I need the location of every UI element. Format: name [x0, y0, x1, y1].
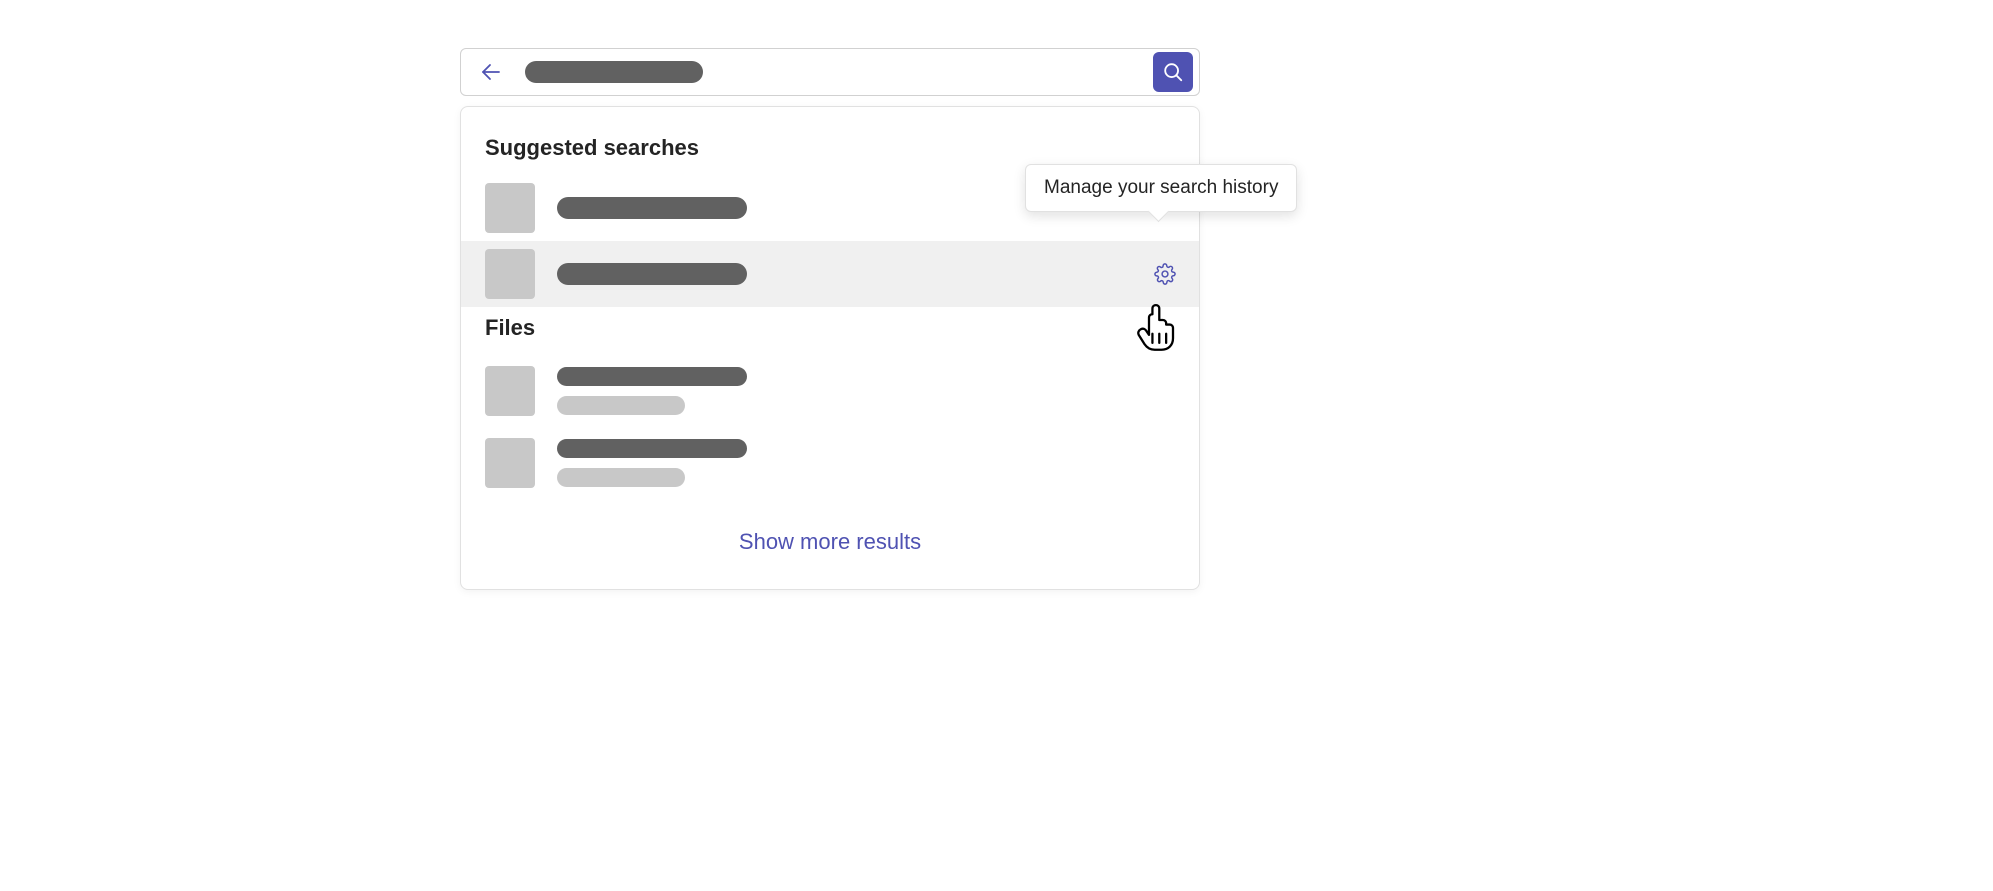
file-text [557, 439, 747, 487]
suggestion-label-placeholder [557, 197, 747, 219]
file-result-item[interactable] [461, 427, 1199, 499]
manage-history-button[interactable] [1151, 260, 1179, 288]
file-result-item[interactable] [461, 355, 1199, 427]
suggestion-item[interactable] [461, 241, 1199, 307]
suggestion-label-placeholder [557, 263, 747, 285]
suggestion-text [557, 197, 747, 219]
file-name-placeholder [557, 439, 747, 458]
file-thumbnail [485, 438, 535, 488]
files-heading: Files [461, 307, 1199, 355]
tooltip-text: Manage your search history [1044, 177, 1278, 198]
file-thumbnail [485, 366, 535, 416]
arrow-left-icon [479, 60, 503, 84]
search-bar [460, 48, 1200, 96]
show-more-container: Show more results [461, 499, 1199, 561]
gear-icon [1154, 263, 1176, 285]
suggestion-thumbnail [485, 249, 535, 299]
file-meta-placeholder [557, 396, 685, 415]
search-input[interactable] [525, 61, 703, 83]
file-text [557, 367, 747, 415]
suggestion-text [557, 263, 747, 285]
file-name-placeholder [557, 367, 747, 386]
show-more-results-link[interactable]: Show more results [739, 529, 921, 554]
back-button[interactable] [477, 58, 505, 86]
suggestion-thumbnail [485, 183, 535, 233]
tooltip: Manage your search history [1025, 164, 1297, 212]
search-container: Suggested searches Files [460, 48, 1200, 590]
search-icon [1162, 61, 1184, 83]
search-button[interactable] [1153, 52, 1193, 92]
file-meta-placeholder [557, 468, 685, 487]
